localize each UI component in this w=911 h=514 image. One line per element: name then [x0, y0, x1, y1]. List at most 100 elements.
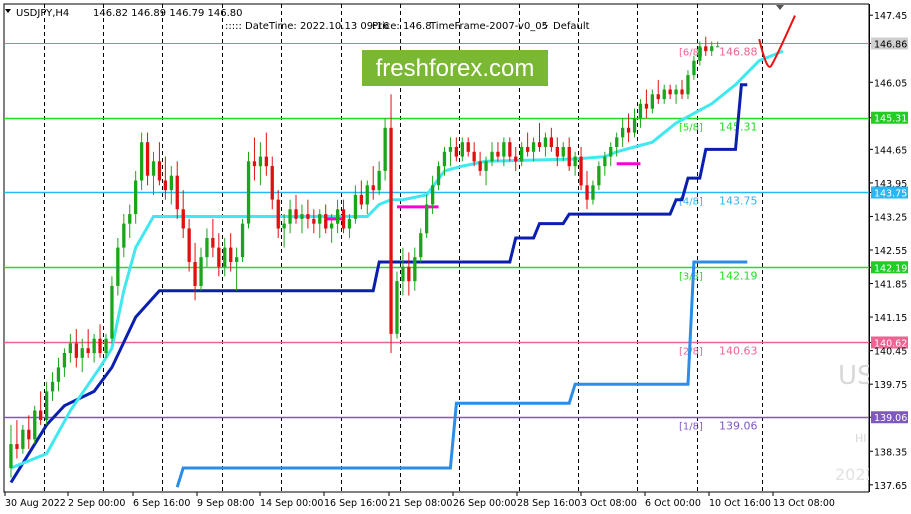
candle-body-81: [490, 151, 494, 162]
candle-body-76: [460, 142, 464, 157]
candle-body-104: [626, 127, 631, 133]
candle-body-90: [543, 137, 548, 147]
indicator-info: ::::: DateTime: 2022.10.13 09:16 Price: …: [225, 21, 590, 32]
level-value-5: 139.06: [719, 420, 758, 433]
candle-body-19: [122, 223, 126, 248]
candle-body-3: [27, 429, 31, 440]
level-name-1: [5/8]: [679, 123, 703, 134]
candle-body-109: [656, 94, 660, 100]
price-tag-9: 142.19: [874, 263, 907, 274]
candle-body-21: [134, 180, 138, 214]
candle-body-10: [68, 343, 72, 353]
candle-body-52: [318, 214, 322, 224]
candle-body-0: [9, 444, 13, 469]
candle-body-100: [603, 156, 607, 167]
candle-body-66: [401, 266, 405, 282]
info-price: Price: 146.8: [372, 21, 432, 32]
candle-body-88: [531, 142, 536, 152]
symbol-label: USDJPY,H4: [16, 8, 69, 19]
candle-body-91: [549, 137, 553, 147]
candle-body-53: [324, 214, 328, 229]
level-name-3: [3/8]: [679, 272, 703, 283]
candle-body-31: [193, 262, 197, 286]
candle-body-96: [579, 156, 583, 186]
candle-body-28: [175, 175, 179, 210]
time-label-12: 13 Oct 08:00: [773, 498, 835, 509]
price-label-7: 143.25: [874, 212, 907, 223]
candle-body-82: [496, 151, 500, 157]
candle-body-98: [591, 185, 595, 200]
level-name-5: [1/8]: [679, 422, 703, 433]
candle-body-114: [686, 75, 690, 95]
time-label-7: 26 Sep 00:00: [453, 498, 516, 509]
price-tag-3: 145.31: [874, 114, 907, 125]
candle-body-77: [466, 142, 470, 152]
candle-body-2: [21, 429, 25, 449]
candle-body-5: [39, 410, 43, 421]
candle-body-115: [692, 60, 696, 76]
candle-body-68: [413, 257, 417, 282]
price-label-10: 141.85: [874, 280, 907, 291]
candle-body-12: [80, 348, 84, 358]
time-label-8: 28 Sep 16:00: [517, 498, 580, 509]
candle-body-117: [704, 46, 708, 52]
candle-body-59: [359, 194, 363, 205]
price-label-14: 139.75: [874, 380, 907, 391]
candle-body-79: [478, 161, 482, 171]
candle-body-34: [211, 238, 215, 248]
candle-body-92: [555, 147, 559, 157]
candle-body-57: [347, 218, 352, 229]
candle-body-9: [62, 353, 67, 368]
time-label-4: 14 Sep 00:00: [260, 498, 323, 509]
candle-body-99: [597, 166, 601, 186]
candle-body-45: [276, 199, 280, 229]
candle-body-16: [104, 338, 108, 354]
info-default: Default: [553, 21, 590, 32]
candle-body-74: [448, 147, 453, 152]
candle-body-65: [395, 281, 399, 334]
candle-body-56: [341, 209, 346, 229]
candle-body-102: [615, 137, 619, 147]
candle-body-26: [163, 180, 167, 191]
candle-body-23: [145, 142, 150, 176]
time-label-0: 30 Aug 2022: [5, 498, 66, 509]
candle-body-47: [288, 209, 292, 224]
candle-body-85: [514, 156, 518, 162]
price-chart[interactable]: [6/8] 146.88[5/8] 145.31[4/8] 143.75[3/8] 14…: [0, 0, 911, 514]
candle-body-72: [436, 166, 441, 186]
candle-body-58: [353, 194, 358, 219]
candle-body-101: [609, 147, 613, 157]
candle-body-97: [585, 185, 589, 200]
candle-body-15: [98, 338, 102, 354]
time-label-1: 2 Sep 00:00: [68, 498, 125, 509]
info-diamond-icon: ⁘: [541, 21, 549, 32]
candle-body-11: [74, 343, 78, 358]
time-label-9: 3 Oct 08:00: [581, 498, 637, 509]
time-label-5: 16 Sep 16:00: [324, 498, 387, 509]
candle-body-119: [716, 46, 720, 48]
candle-body-55: [336, 209, 340, 224]
price-tag-15: 139.06: [874, 413, 907, 424]
candle-body-33: [205, 238, 209, 258]
price-label-0: 147.45: [874, 11, 907, 22]
candle-body-75: [454, 147, 458, 157]
candle-body-1: [15, 444, 19, 449]
candle-body-63: [383, 127, 387, 171]
candle-body-17: [110, 285, 114, 339]
time-label-11: 10 Oct 16:00: [709, 498, 771, 509]
side-watermark-hi: HI: [855, 432, 867, 445]
candle-body-30: [187, 228, 191, 262]
candle-body-118: [710, 46, 714, 52]
price-tag-1: 146.86: [874, 39, 907, 50]
candle-body-43: [264, 156, 268, 167]
side-watermark: US: [838, 361, 874, 391]
candle-body-50: [306, 214, 310, 219]
candle-body-70: [425, 204, 429, 234]
price-label-4: 144.65: [874, 145, 907, 156]
candle-body-36: [223, 247, 227, 267]
candle-body-86: [520, 147, 524, 162]
price-label-16: 138.35: [874, 447, 907, 458]
candle-body-35: [217, 247, 221, 267]
price-label-2: 146.05: [874, 78, 907, 89]
candle-body-44: [270, 166, 274, 200]
